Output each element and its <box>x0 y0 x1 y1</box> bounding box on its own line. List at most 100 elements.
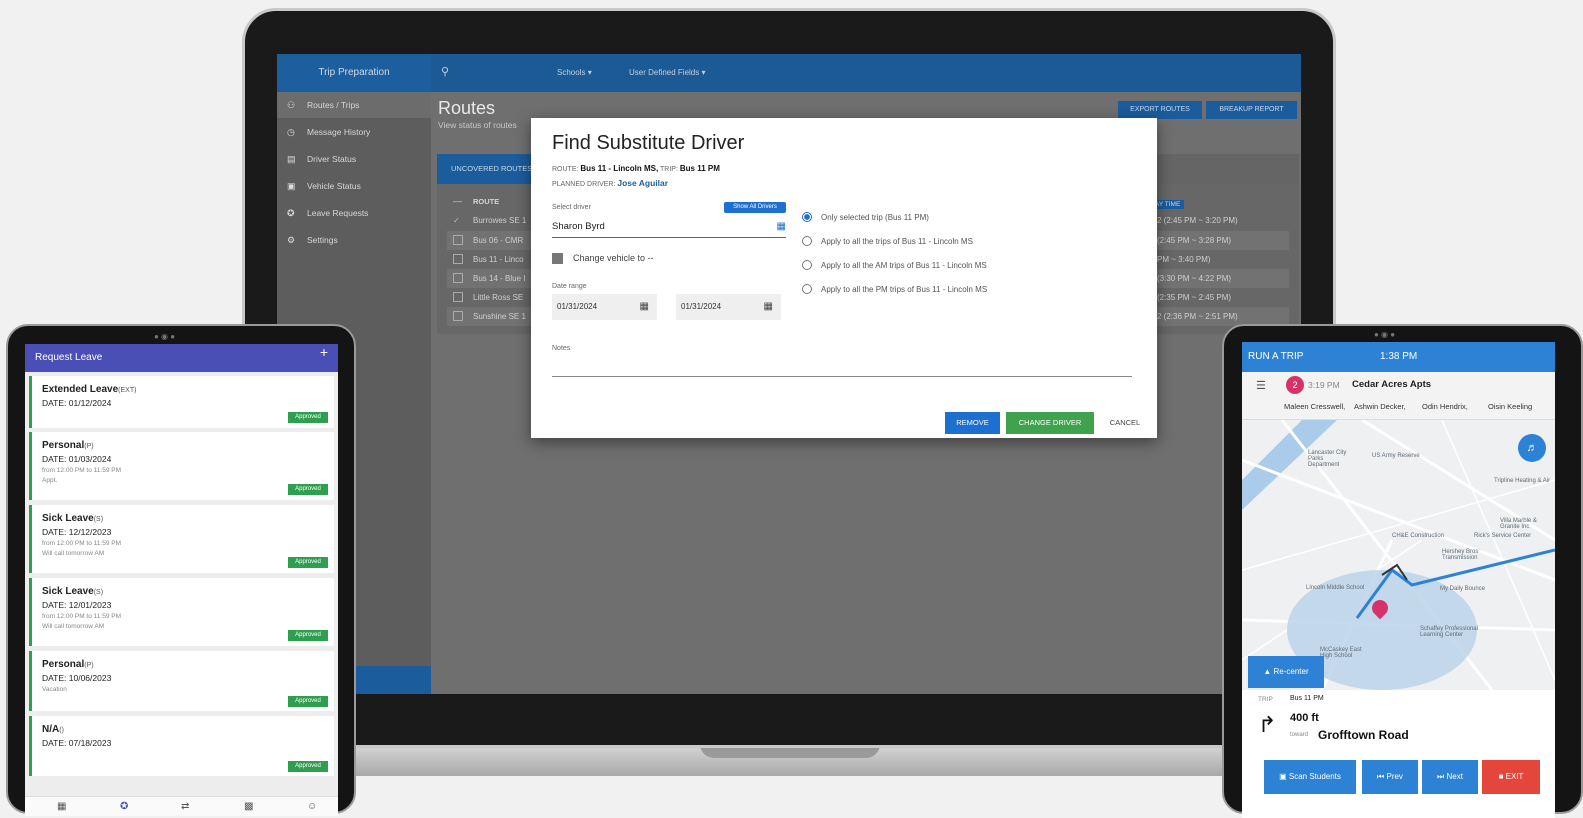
breakup-report-button[interactable]: BREAKUP REPORT <box>1206 101 1297 119</box>
leave-note: Appt. <box>42 477 58 484</box>
list-item[interactable]: Extended Leave(EXT) DATE: 01/12/2024 App… <box>29 376 334 428</box>
map-label: Hershey Bros Transmission <box>1442 549 1479 561</box>
remove-button[interactable]: REMOVE <box>945 412 1000 434</box>
leave-date: DATE: 12/12/2023 <box>42 527 112 537</box>
row-checkbox[interactable] <box>453 254 463 264</box>
prev-button[interactable]: ⏮ Prev <box>1362 760 1418 794</box>
find-substitute-driver-dialog: Find Substitute Driver ROUTE: Bus 11 - L… <box>531 118 1157 438</box>
option-radio-am-trips[interactable] <box>802 260 812 270</box>
student-name: Ashwin Decker, <box>1354 402 1406 411</box>
row-checkbox[interactable] <box>453 273 463 283</box>
stop-name: Cedar Acres Apts <box>1352 379 1432 390</box>
tab-uncovered-routes[interactable]: UNCOVERED ROUTES <box>437 154 545 184</box>
scan-students-button[interactable]: ▣ Scan Students <box>1264 760 1356 794</box>
cancel-button[interactable]: CANCEL <box>1101 412 1149 434</box>
menu-icon[interactable]: ☰ <box>1256 379 1266 392</box>
change-driver-button[interactable]: CHANGE DRIVER <box>1006 412 1094 434</box>
option-radio-all-trips[interactable] <box>802 236 812 246</box>
fuel-icon[interactable]: ▩ <box>244 801 253 812</box>
select-all-toggle[interactable]: — <box>453 196 462 206</box>
selected-driver-value: Sharon Byrd <box>552 221 605 232</box>
account-icon[interactable]: ☺ <box>307 801 317 812</box>
dialog-planned-driver-line: PLANNED DRIVER: Jose Aguilar <box>552 178 668 188</box>
page-title: Routes <box>438 98 496 118</box>
row-checkbox[interactable] <box>453 311 463 321</box>
history-icon: ◷ <box>287 127 295 137</box>
change-vehicle-label: Change vehicle to -- <box>573 253 654 263</box>
sidebar-item-leave-requests[interactable]: ✪ Leave Requests <box>277 200 431 226</box>
option-radio-pm-trips[interactable] <box>802 284 812 294</box>
add-icon[interactable]: + <box>320 344 328 360</box>
map-label: Lincoln Middle School <box>1306 585 1365 591</box>
list-item[interactable]: N/A() DATE: 07/18/2023 Approved <box>29 716 334 776</box>
sidebar-item-routes[interactable]: ⚇ Routes / Trips <box>277 92 431 118</box>
leave-note: Vacation <box>42 686 67 693</box>
phone-frame: ● ◉ ● RUN A TRIP 1:38 PM ☰ 2 3:19 PM Ced… <box>1222 324 1583 818</box>
leave-type: Personal(P) <box>42 659 94 670</box>
planned-driver-value[interactable]: Jose Aguilar <box>617 178 668 188</box>
status-badge: Approved <box>288 630 328 641</box>
option-label: Apply to all the PM trips of Bus 11 - Li… <box>821 285 988 294</box>
menu-user-defined-fields[interactable]: User Defined Fields ▾ <box>629 68 706 77</box>
map-label: US Army Reserve <box>1372 453 1420 459</box>
recenter-label: Re-center <box>1273 667 1309 676</box>
calendar-icon[interactable]: ▦ <box>777 217 786 237</box>
row-checkbox[interactable] <box>453 292 463 302</box>
notes-label: Notes <box>552 345 571 352</box>
sidebar-item-label: Leave Requests <box>307 208 369 218</box>
list-item[interactable]: Sick Leave(S) DATE: 12/01/2023 from 12:0… <box>29 578 334 646</box>
export-routes-button[interactable]: EXPORT ROUTES <box>1118 101 1202 119</box>
student-name: Maleen Cresswell, <box>1284 402 1346 411</box>
leave-time-range: from 12:00 PM to 11:59 PM <box>42 467 121 474</box>
sidebar-item-label: Message History <box>307 127 371 137</box>
sidebar-item-vehicle-status[interactable]: ▣ Vehicle Status <box>277 173 431 199</box>
stop-info: ☰ 2 3:19 PM Cedar Acres Apts Maleen Cres… <box>1242 372 1555 420</box>
notes-input[interactable] <box>552 376 1132 377</box>
tablet-frame: ● ◉ ● Request Leave + Extended Leave(EXT… <box>6 324 356 816</box>
trip-header-title: RUN A TRIP <box>1248 351 1304 362</box>
walking-icon: ✪ <box>287 208 295 218</box>
route-label: ROUTE: <box>552 166 579 173</box>
people-icon: ⚇ <box>287 100 296 110</box>
id-card-icon: ▤ <box>287 154 296 164</box>
select-driver-field[interactable]: Sharon Byrd ▦ <box>552 217 786 238</box>
sidebar-item-message-history[interactable]: ◷ Message History <box>277 119 431 145</box>
exit-button[interactable]: ■ EXIT <box>1482 760 1540 794</box>
volume-icon[interactable]: ♬ <box>1518 434 1546 462</box>
list-item[interactable]: Sick Leave(S) DATE: 12/12/2023 from 12:0… <box>29 505 334 573</box>
search-icon[interactable]: ⚲ <box>441 65 449 78</box>
route-map[interactable]: Lancaster City Parks Department US Army … <box>1242 420 1555 690</box>
check-icon[interactable]: ✓ <box>453 211 460 230</box>
calendar-icon[interactable]: ▦ <box>764 294 773 320</box>
status-badge: Approved <box>288 557 328 568</box>
option-radio-selected-trip[interactable] <box>802 212 812 222</box>
calendar-icon[interactable]: ▦ <box>57 801 66 812</box>
swap-icon[interactable]: ⇄ <box>181 801 189 812</box>
leave-type-name: Sick Leave <box>42 513 94 524</box>
recenter-button[interactable]: ▲ Re-center <box>1248 656 1324 688</box>
page-subtitle: View status of routes <box>438 120 517 130</box>
app-brand[interactable]: Trip Preparation <box>277 54 431 92</box>
list-item[interactable]: Personal(P) DATE: 01/03/2024 from 12:00 … <box>29 432 334 500</box>
menu-udf-label: User Defined Fields <box>629 68 700 77</box>
map-label: Lancaster City Parks Department <box>1308 450 1347 468</box>
change-vehicle-checkbox[interactable] <box>552 253 563 264</box>
planned-driver-label: PLANNED DRIVER: <box>552 181 616 188</box>
next-button[interactable]: ⏭ Next <box>1422 760 1478 794</box>
map-label: Villa Marble & Granite Inc <box>1500 518 1537 530</box>
show-all-drivers-button[interactable]: Show All Drivers <box>724 202 786 213</box>
row-checkbox[interactable] <box>453 235 463 245</box>
leave-code: () <box>59 727 64 734</box>
student-name: Oisin Keeling <box>1488 402 1533 411</box>
route-value: Bus 11 - Lincoln MS, <box>580 164 659 173</box>
walking-icon[interactable]: ✪ <box>120 801 128 812</box>
date-from-field[interactable]: 01/31/2024 ▦ <box>552 294 657 320</box>
list-item[interactable]: Personal(P) DATE: 10/06/2023 Vacation Ap… <box>29 651 334 711</box>
trip-app-screen: RUN A TRIP 1:38 PM ☰ 2 3:19 PM Cedar Acr… <box>1242 342 1555 818</box>
option-label: Apply to all the AM trips of Bus 11 - Li… <box>821 261 987 270</box>
menu-schools[interactable]: Schools ▾ <box>557 68 592 77</box>
sidebar-item-driver-status[interactable]: ▤ Driver Status <box>277 146 431 172</box>
sidebar-item-settings[interactable]: ⚙ Settings <box>277 227 431 253</box>
calendar-icon[interactable]: ▦ <box>640 294 649 320</box>
date-to-field[interactable]: 01/31/2024 ▦ <box>676 294 781 320</box>
